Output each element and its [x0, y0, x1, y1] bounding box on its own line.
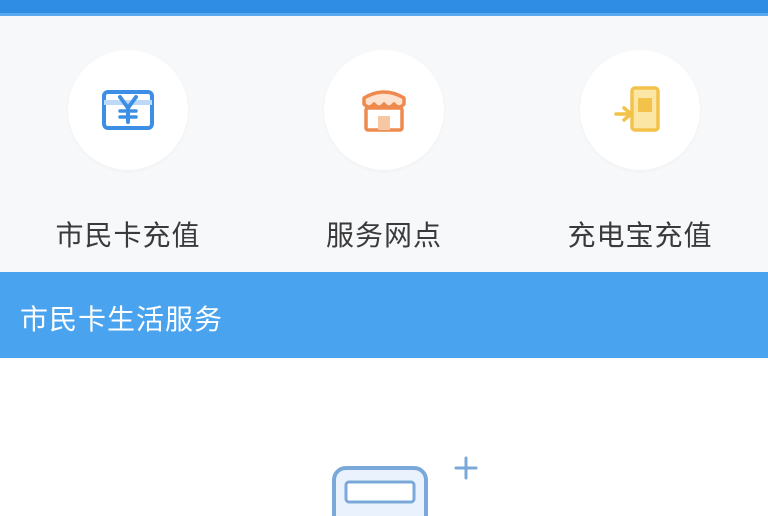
- service-label: 市民卡充值: [55, 219, 201, 252]
- service-service-outlets[interactable]: 服务网点: [256, 16, 512, 272]
- service-label: 充电宝充值: [567, 219, 713, 252]
- power-bank-icon: [614, 86, 660, 132]
- service-power-bank-recharge[interactable]: 充电宝充值: [512, 16, 768, 272]
- service-icon-circle: [580, 50, 700, 170]
- top-banner-strip: [0, 0, 768, 16]
- service-label: 服务网点: [325, 219, 442, 252]
- life-services-header: 市民卡生活服务: [0, 272, 768, 358]
- section-title: 市民卡生活服务: [20, 303, 224, 336]
- add-card-illustration-icon: [332, 456, 478, 516]
- life-services-content: [0, 358, 768, 516]
- storefront-icon: [362, 90, 406, 132]
- service-citizen-card-recharge[interactable]: 市民卡充值: [0, 16, 256, 272]
- service-icon-circle: [68, 50, 188, 170]
- service-icon-circle: [324, 50, 444, 170]
- quick-services-panel: 市民卡充值 服务网点 充电宝充值: [0, 16, 768, 272]
- card-yuan-icon: [102, 90, 154, 130]
